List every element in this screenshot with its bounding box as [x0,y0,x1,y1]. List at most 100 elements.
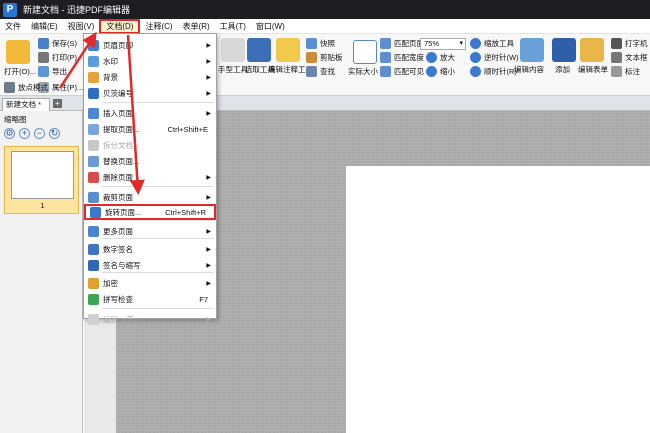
menu-separator [102,186,214,187]
hand-icon [221,38,245,62]
title-bar: P 新建文档 - 迅捷PDF编辑器 [0,0,650,19]
menu-item-label: 签名与缩写 [103,260,141,270]
document-menu-item[interactable]: 更多页面 ▶ [84,223,216,239]
menu-item-label: 运行: <无> [103,314,139,324]
menu-item-icon [88,243,99,255]
edit-form-icon [580,38,604,62]
fit-width-button[interactable]: 匹配宽度 [380,52,424,63]
fit-page-button[interactable]: 匹配页面 [380,38,424,49]
zoom-mode-label: 放点模式 [18,83,48,92]
settings-gear-icon[interactable]: ⚙ [4,128,15,139]
text-select-icon [247,38,271,62]
document-menu-item[interactable]: 水印 ▶ [84,53,216,69]
menu-item-icon [88,171,99,183]
export-button[interactable]: 导出 [38,66,67,77]
fit-visible-button[interactable]: 匹配可见 [380,66,424,77]
zoom-level-select[interactable]: 75% [420,38,466,50]
submenu-arrow-icon: ▶ [206,58,211,65]
document-menu-item[interactable]: 加密 ▶ [84,275,216,291]
menu-form[interactable]: 表单(R) [178,19,215,34]
menu-item-icon [88,313,99,325]
submenu-arrow-icon: ▶ [206,228,211,235]
rotate-ccw-button[interactable]: 顺时针(R) [470,66,517,77]
actual-size-icon [353,40,377,64]
export-label: 导出 [52,67,67,76]
menu-item-label: 拼写检查 [103,294,133,304]
menu-item-icon [88,107,99,119]
document-page[interactable] [346,166,650,433]
callout-button[interactable]: 标注 [611,66,640,77]
find-button[interactable]: 查找 [306,66,335,77]
document-menu-item[interactable]: 数字签名 ▶ [84,241,216,257]
menu-window[interactable]: 窗口(W) [251,19,290,34]
menu-separator [102,220,214,221]
edit-form-button[interactable]: 编辑表单 [578,64,608,75]
submenu-arrow-icon: ▶ [206,110,211,117]
menu-item-icon [88,55,99,67]
document-menu-item[interactable]: 贝茨编号 ▶ [84,85,216,101]
document-menu-item[interactable]: 页眉页脚 ▶ [84,37,216,53]
tab-new-document[interactable]: 新建文档 * [2,98,50,111]
menu-item-label: 旋转页面... [105,207,142,217]
callout-label: 标注 [625,67,640,76]
menu-item-icon [88,155,99,167]
zoom-mode-button[interactable]: 放点模式 [4,82,48,93]
page-thumbnail[interactable]: 1 [4,146,79,214]
hand-tool-button[interactable]: 手型工具 [218,64,248,75]
menu-item-label: 水印 [103,56,118,66]
document-menu-item: 拆分文档... [84,137,216,153]
menu-item-shortcut: F7 [199,294,208,304]
menu-item-label: 数字签名 [103,244,133,254]
zoom-out-thumb-icon[interactable]: − [34,128,45,139]
print-button[interactable]: 打印(P) [38,52,77,63]
new-tab-button[interactable]: + [53,99,62,108]
clipboard-button[interactable]: 剪贴板 [306,52,343,63]
zoom-out-button[interactable]: 缩小 [426,66,455,77]
snapshot-button[interactable]: 快照 [306,38,335,49]
document-menu-item[interactable]: 删除页面 ▶ [84,169,216,185]
save-button[interactable]: 保存(S) [38,38,77,49]
typewriter-label: 打字机 [625,39,648,48]
document-menu-item[interactable]: 裁剪页面 ▶ [84,189,216,205]
menu-item-label: 删除页面 [103,172,133,182]
thumbnail-toolbar: ⚙ + − ↻ [4,128,60,139]
zoom-tool-button[interactable]: 缩放工具 [470,38,514,49]
document-menu-item[interactable]: 插入页面 ▶ [84,105,216,121]
snapshot-label: 快照 [320,39,335,48]
actual-size-button[interactable]: 实际大小 [348,66,378,77]
textbox-button[interactable]: 文本框 [611,52,648,63]
typewriter-icon [611,38,622,49]
submenu-arrow-icon: ▶ [206,42,211,49]
menu-item-shortcut: Ctrl+Shift+R [165,207,206,217]
document-menu-item[interactable]: 替换页面... [84,153,216,169]
menu-tools[interactable]: 工具(T) [215,19,251,34]
camera-icon [306,38,317,49]
document-menu-item[interactable]: 旋转页面... Ctrl+Shift+R [84,204,216,220]
rotate-left-icon [470,52,481,63]
menu-document[interactable]: 文档(D) [99,18,141,34]
typewriter-button[interactable]: 打字机 [611,38,648,49]
zoom-in-thumb-icon[interactable]: + [19,128,30,139]
menu-item-label: 插入页面 [103,108,133,118]
menu-view[interactable]: 视图(V) [63,19,100,34]
menu-item-icon [88,225,99,237]
rotate-cw-button[interactable]: 逆时针(W) [470,52,519,63]
document-menu-item[interactable]: 背景 ▶ [84,69,216,85]
document-menu-dropdown: 页眉页脚 ▶ 水印 ▶ 背景 ▶ 贝茨编号 ▶ 插入页面 ▶ 提取页面... Ctrl+Shift+E… [83,33,217,325]
edit-content-button[interactable]: 编辑内容 [514,64,544,75]
document-menu-item[interactable]: 拼写检查 F7 [84,291,216,307]
submenu-arrow-icon: ▶ [206,262,211,269]
menu-file[interactable]: 文件 [0,19,26,34]
submenu-arrow-icon: ▶ [206,246,211,253]
menu-comment[interactable]: 注释(C) [140,19,177,34]
open-button[interactable]: 打开(O)... [4,66,36,77]
zoom-out-label: 缩小 [440,67,455,76]
zoom-in-button[interactable]: 放大 [426,52,455,63]
document-menu-item[interactable]: 签名与缩写 ▶ [84,257,216,273]
submenu-arrow-icon: ▶ [206,280,211,287]
add-button[interactable]: 添加 [555,64,570,75]
menu-edit[interactable]: 编辑(E) [26,19,63,34]
rotate-thumb-icon[interactable]: ↻ [49,128,60,139]
find-label: 查找 [320,67,335,76]
document-menu-item[interactable]: 提取页面... Ctrl+Shift+E [84,121,216,137]
